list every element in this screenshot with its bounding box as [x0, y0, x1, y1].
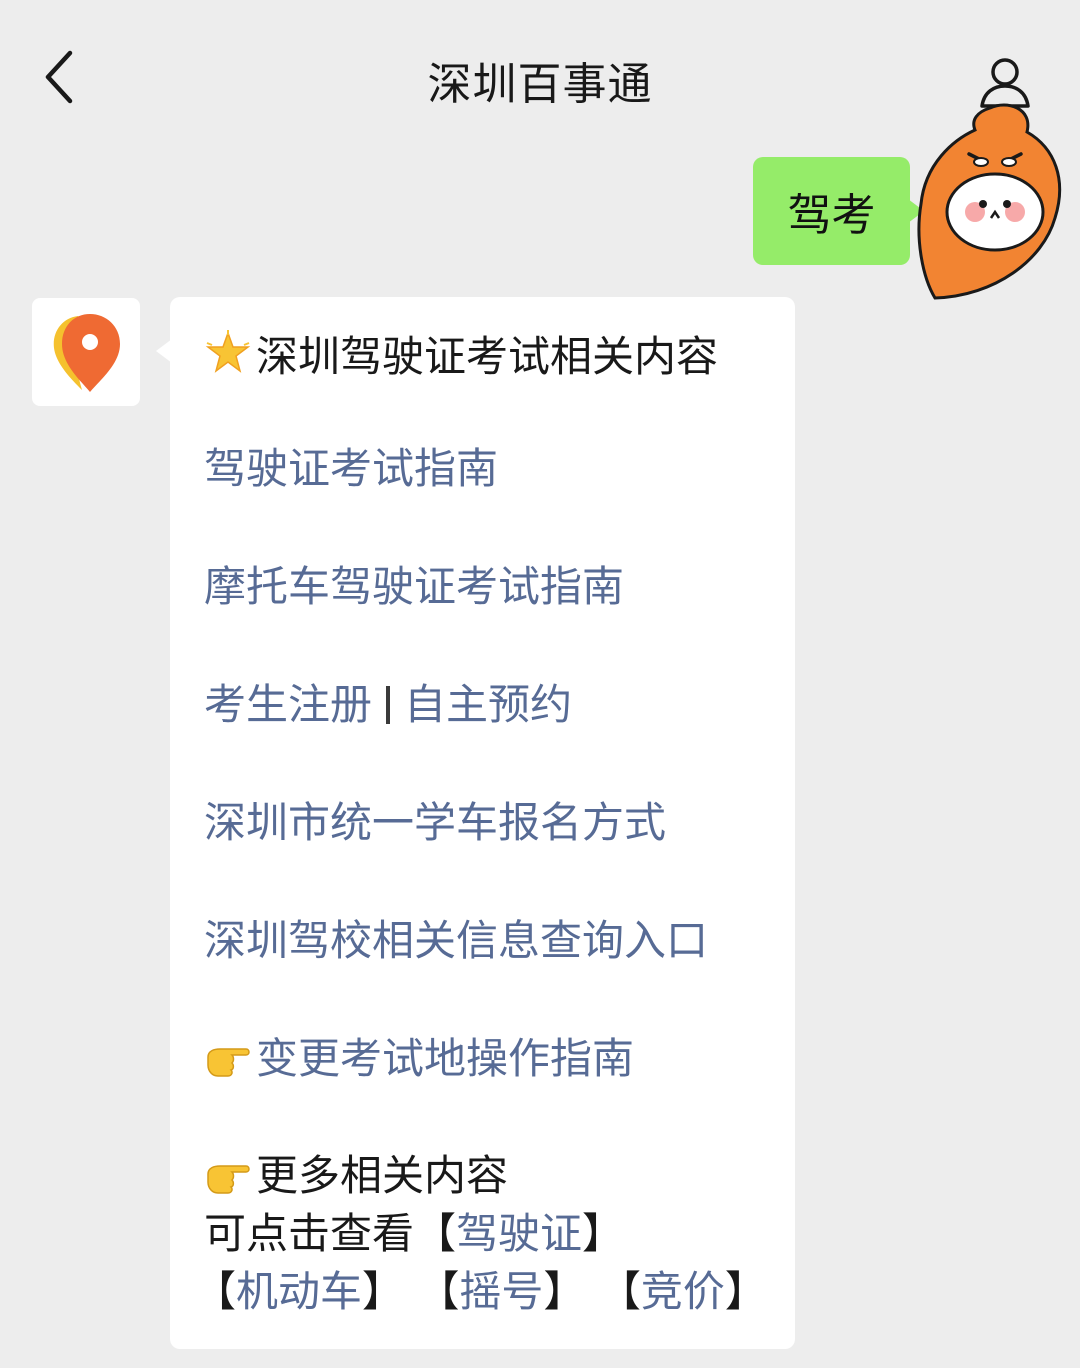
user-avatar[interactable]: [915, 100, 1075, 305]
list-item: 深圳驾校相关信息查询入口: [204, 911, 795, 971]
list-item: 深圳市统一学车报名方式: [204, 793, 795, 853]
tag-link-lottery[interactable]: 摇号: [459, 1267, 543, 1316]
message-heading: 深圳驾驶证考试相关内容: [204, 323, 795, 383]
list-item: 变更考试地操作指南: [204, 1029, 795, 1089]
pointing-right-hand-icon: [207, 1048, 250, 1077]
location-pin-icon: [53, 314, 120, 392]
user-message-text: 驾考: [787, 190, 876, 241]
more-content-prompt: 可点击查看【驾驶证】: [204, 1209, 625, 1258]
link-driving-school-query[interactable]: 深圳驾校相关信息查询入口: [204, 916, 708, 965]
more-content-tags: 【机动车】 【摇号】 【竞价】: [194, 1267, 767, 1316]
tag-link-motor-vehicle[interactable]: 机动车: [236, 1267, 362, 1316]
link-driving-license-exam-guide[interactable]: 驾驶证考试指南: [204, 444, 498, 493]
bot-message-bubble: 深圳驾驶证考试相关内容 驾驶证考试指南 摩托车驾驶证考试指南 考生注册 自主预约 …: [156, 297, 795, 1349]
link-change-exam-location[interactable]: 变更考试地操作指南: [256, 1029, 634, 1089]
glowing-star-icon: [205, 330, 251, 373]
pointing-right-hand-icon: [207, 1165, 250, 1194]
separator: [386, 685, 391, 724]
link-candidate-registration[interactable]: 考生注册: [204, 680, 372, 729]
link-unified-registration[interactable]: 深圳市统一学车报名方式: [204, 798, 666, 847]
link-motorcycle-license-exam-guide[interactable]: 摩托车驾驶证考试指南: [204, 562, 624, 611]
message-heading-text: 深圳驾驶证考试相关内容: [256, 331, 719, 381]
tag-link-bidding[interactable]: 竞价: [641, 1267, 725, 1316]
bot-avatar[interactable]: [32, 298, 140, 406]
more-content-heading-text: 更多相关内容: [256, 1151, 509, 1200]
more-content-prefix: 可点击查看: [204, 1209, 415, 1258]
tag-link-driving-license[interactable]: 驾驶证: [456, 1209, 582, 1258]
list-item: 考生注册 自主预约: [204, 675, 795, 735]
list-item: 驾驶证考试指南: [204, 439, 795, 499]
list-item: 摩托车驾驶证考试指南: [204, 557, 795, 617]
link-self-booking[interactable]: 自主预约: [404, 680, 572, 729]
user-avatar-image: [917, 103, 1062, 300]
user-message-bubble[interactable]: 驾考: [753, 157, 924, 265]
more-content-heading: 更多相关内容: [204, 1147, 795, 1205]
